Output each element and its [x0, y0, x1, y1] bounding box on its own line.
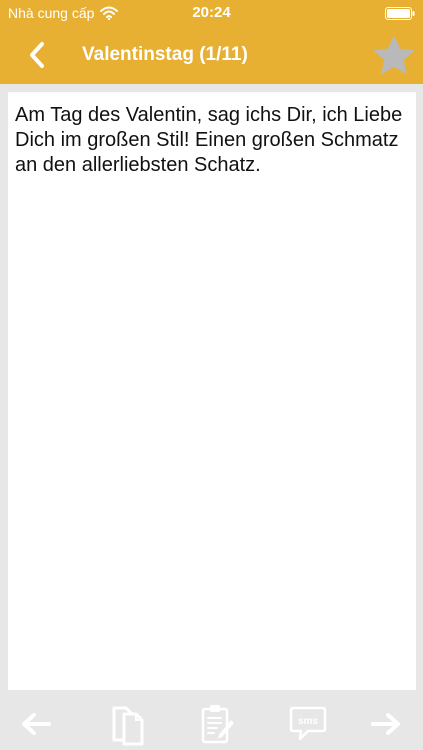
arrow-left-icon	[22, 713, 51, 735]
bottom-toolbar: sms	[0, 698, 423, 750]
next-button[interactable]	[358, 698, 414, 750]
previous-button[interactable]	[8, 698, 64, 750]
copy-button[interactable]	[100, 698, 156, 750]
message-text: Am Tag des Valentin, sag ichs Dir, ich L…	[15, 104, 403, 176]
chevron-left-icon	[30, 42, 44, 68]
message-card: Am Tag des Valentin, sag ichs Dir, ich L…	[8, 92, 416, 690]
copy-icon	[112, 706, 144, 746]
sms-bubble-icon: sms	[289, 706, 327, 741]
status-time: 20:24	[192, 4, 231, 21]
favorite-button[interactable]	[371, 32, 417, 78]
clipboard-edit-icon	[201, 705, 234, 744]
sms-button[interactable]: sms	[280, 698, 336, 750]
star-icon	[373, 35, 415, 75]
navigation-bar: Valentinstag (1/11)	[0, 26, 423, 84]
sms-label: sms	[298, 716, 318, 727]
battery-icon	[385, 7, 415, 20]
edit-button[interactable]	[190, 698, 246, 750]
arrow-right-icon	[371, 713, 400, 735]
status-bar: Nhà cung cấp 20:24	[0, 0, 423, 26]
back-button[interactable]	[20, 38, 54, 72]
page-title: Valentinstag (1/11)	[82, 44, 248, 65]
